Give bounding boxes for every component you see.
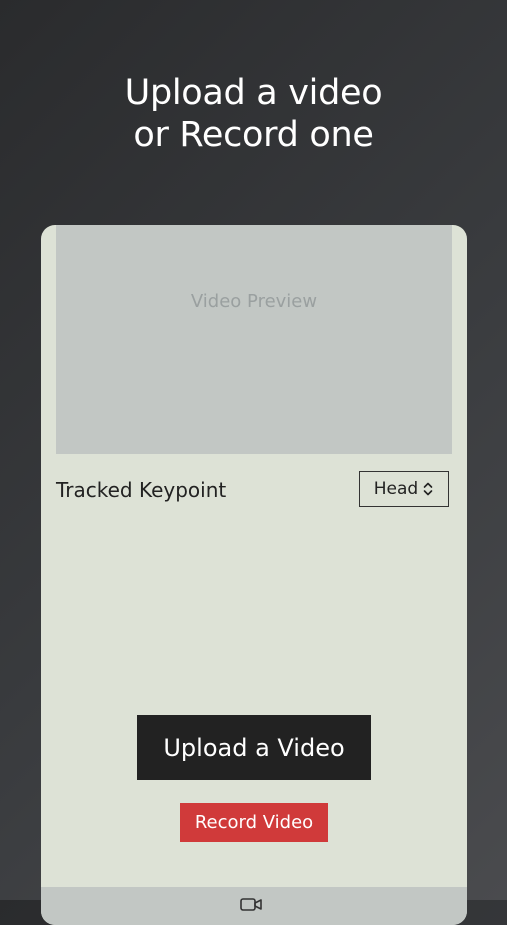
upload-video-button[interactable]: Upload a Video bbox=[137, 715, 371, 780]
tracked-keypoint-label: Tracked Keypoint bbox=[56, 478, 227, 502]
keypoint-select[interactable]: Head bbox=[359, 471, 449, 507]
video-preview: Video Preview bbox=[56, 225, 452, 454]
video-preview-label: Video Preview bbox=[190, 291, 318, 312]
chevron-updown-icon bbox=[422, 481, 434, 497]
keypoint-select-value: Head bbox=[373, 479, 419, 499]
headline-line-2: or Record one bbox=[133, 115, 374, 155]
page-headline: Upload a video or Record one bbox=[0, 72, 507, 156]
camera-icon[interactable] bbox=[240, 896, 262, 912]
record-video-button[interactable]: Record Video bbox=[180, 803, 328, 842]
app-screen-card: Video Preview Tracked Keypoint Head Uplo… bbox=[41, 225, 467, 925]
headline-line-1: Upload a video bbox=[124, 73, 383, 113]
bottom-bar bbox=[41, 887, 467, 925]
